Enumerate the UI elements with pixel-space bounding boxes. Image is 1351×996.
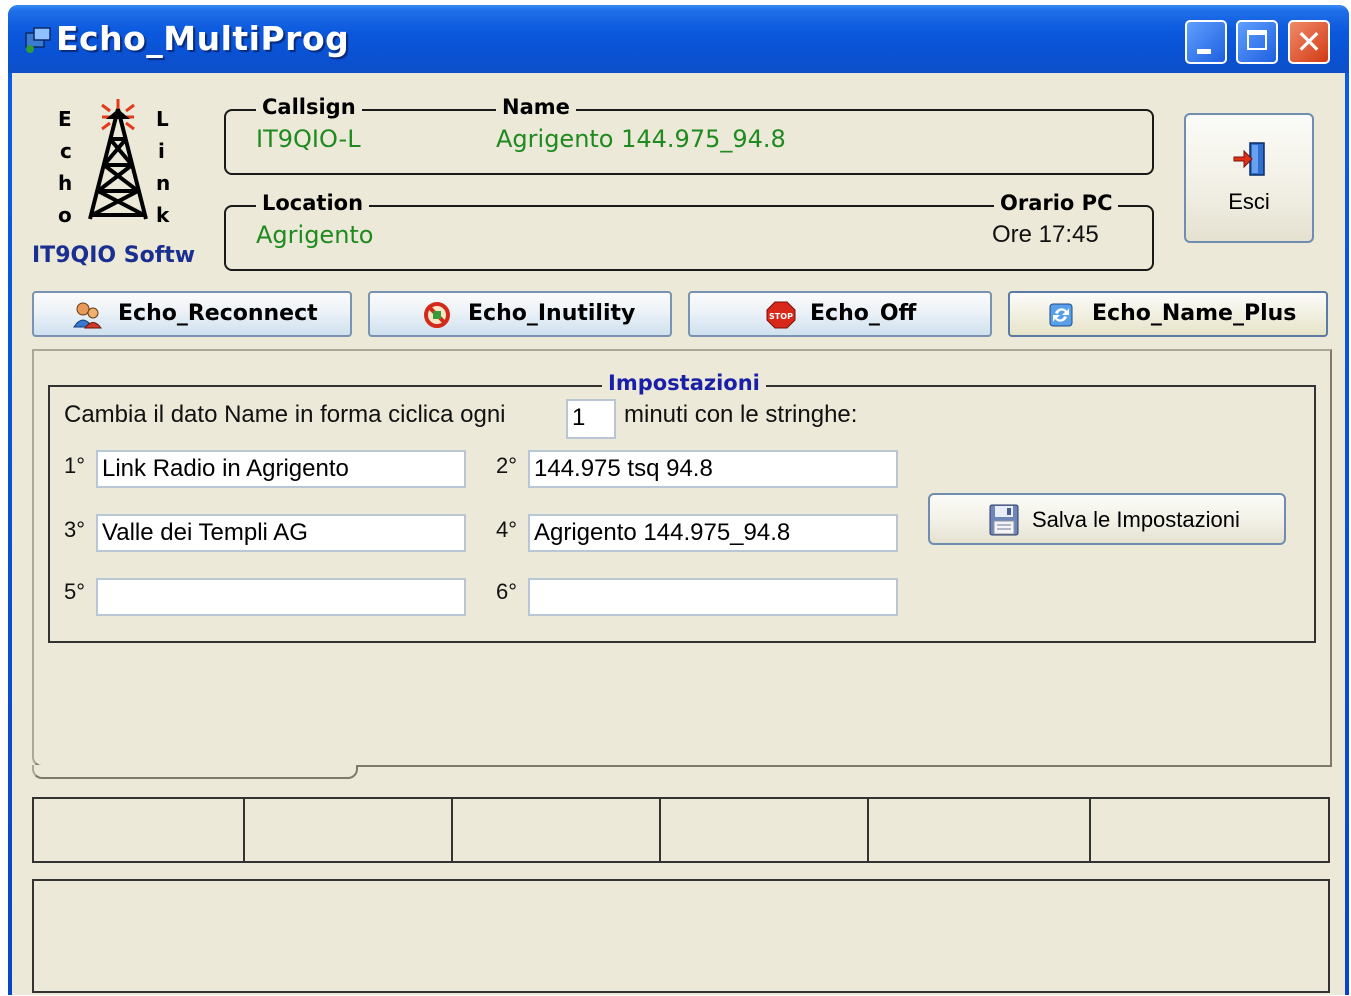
tab-label: Echo_Reconnect xyxy=(118,301,318,326)
logo-letter: L xyxy=(156,107,169,131)
logo-letter: E xyxy=(58,107,72,131)
window-title: Echo_MultiProg xyxy=(56,19,350,58)
logo-letter: h xyxy=(58,171,73,195)
close-button[interactable]: ✕ xyxy=(1288,20,1330,64)
status-cell xyxy=(245,799,453,861)
app-window: Echo_MultiProg ✕ E c h o L i n k IT9QIO … xyxy=(8,5,1349,995)
string-input-1[interactable]: Link Radio in Agrigento xyxy=(96,450,466,488)
interval-input[interactable]: 1 xyxy=(566,399,616,439)
status-bar xyxy=(32,797,1330,863)
location-label: Location xyxy=(256,191,370,215)
tab-echo-inutility[interactable]: Echo_Inutility xyxy=(368,291,672,337)
minimize-icon xyxy=(1197,49,1211,54)
tab-echo-name-plus[interactable]: Echo_Name_Plus xyxy=(1008,291,1328,337)
title-bar[interactable]: Echo_MultiProg ✕ xyxy=(8,5,1349,73)
name-label: Name xyxy=(496,95,576,119)
radio-tower-icon xyxy=(88,99,148,220)
string-input-5[interactable] xyxy=(96,578,466,616)
refresh-icon xyxy=(1049,303,1073,327)
orario-label: Orario PC xyxy=(994,191,1119,215)
no-sign-icon xyxy=(424,302,450,328)
status-cell xyxy=(869,799,1091,861)
status-cell xyxy=(661,799,869,861)
interval-suffix-text: minuti con le stringhe: xyxy=(624,401,858,428)
tab-label: Echo_Name_Plus xyxy=(1092,301,1297,326)
tab-echo-off[interactable]: STOP Echo_Off xyxy=(688,291,992,337)
app-icon xyxy=(25,27,51,53)
logo-letter: n xyxy=(156,171,171,195)
log-textbox[interactable] xyxy=(32,879,1330,993)
location-value: Agrigento xyxy=(256,221,374,249)
stop-icon: STOP xyxy=(766,301,796,329)
string-label-6: 6° xyxy=(496,579,518,604)
tab-label: Echo_Inutility xyxy=(468,301,636,326)
close-icon: ✕ xyxy=(1295,23,1323,61)
exit-door-icon xyxy=(1233,142,1265,176)
tab-echo-reconnect[interactable]: Echo_Reconnect xyxy=(32,291,352,337)
string-label-5: 5° xyxy=(64,579,86,604)
callsign-name-group: Callsign Name IT9QIO-L Agrigento 144.975… xyxy=(224,95,1154,175)
client-area: E c h o L i n k IT9QIO Softw Callsign Na… xyxy=(12,73,1345,995)
users-icon xyxy=(73,302,102,329)
callsign-label: Callsign xyxy=(256,95,362,119)
logo-letter: i xyxy=(158,139,165,163)
status-cell xyxy=(34,799,245,861)
string-input-4[interactable]: Agrigento 144.975_94.8 xyxy=(528,514,898,552)
maximize-button[interactable] xyxy=(1236,20,1278,64)
orario-value: Ore 17:45 xyxy=(992,221,1099,248)
logo-letter: c xyxy=(60,139,72,163)
maximize-icon xyxy=(1247,30,1267,50)
echolink-logo: E c h o L i n k IT9QIO Softw xyxy=(24,95,214,268)
string-input-2[interactable]: 144.975 tsq 94.8 xyxy=(528,450,898,488)
location-orario-group: Location Orario PC Agrigento Ore 17:45 xyxy=(224,191,1154,271)
svg-text:STOP: STOP xyxy=(769,312,793,321)
save-settings-label: Salva le Impostazioni xyxy=(1032,507,1240,532)
status-cell xyxy=(453,799,661,861)
impostazioni-title: Impostazioni xyxy=(602,371,766,395)
logo-caption: IT9QIO Softw xyxy=(32,243,196,268)
string-input-6[interactable] xyxy=(528,578,898,616)
status-cell xyxy=(1091,799,1328,861)
logo-letter: o xyxy=(58,203,72,227)
logo-letter: k xyxy=(156,203,170,227)
tab-label: Echo_Off xyxy=(810,301,917,326)
name-value: Agrigento 144.975_94.8 xyxy=(496,125,786,153)
string-input-3[interactable]: Valle dei Templi AG xyxy=(96,514,466,552)
exit-label: Esci xyxy=(1228,189,1270,214)
tab-panel-tail xyxy=(32,765,358,779)
string-label-3: 3° xyxy=(64,517,86,542)
floppy-disk-icon xyxy=(989,504,1019,536)
string-label-4: 4° xyxy=(496,517,518,542)
exit-button[interactable]: Esci xyxy=(1184,113,1314,243)
callsign-value: IT9QIO-L xyxy=(256,125,361,153)
save-settings-button[interactable]: Salva le Impostazioni xyxy=(928,493,1286,545)
string-label-2: 2° xyxy=(496,453,518,478)
interval-prefix-text: Cambia il dato Name in forma ciclica ogn… xyxy=(64,401,506,428)
minimize-button[interactable] xyxy=(1185,20,1227,64)
string-label-1: 1° xyxy=(64,453,86,478)
